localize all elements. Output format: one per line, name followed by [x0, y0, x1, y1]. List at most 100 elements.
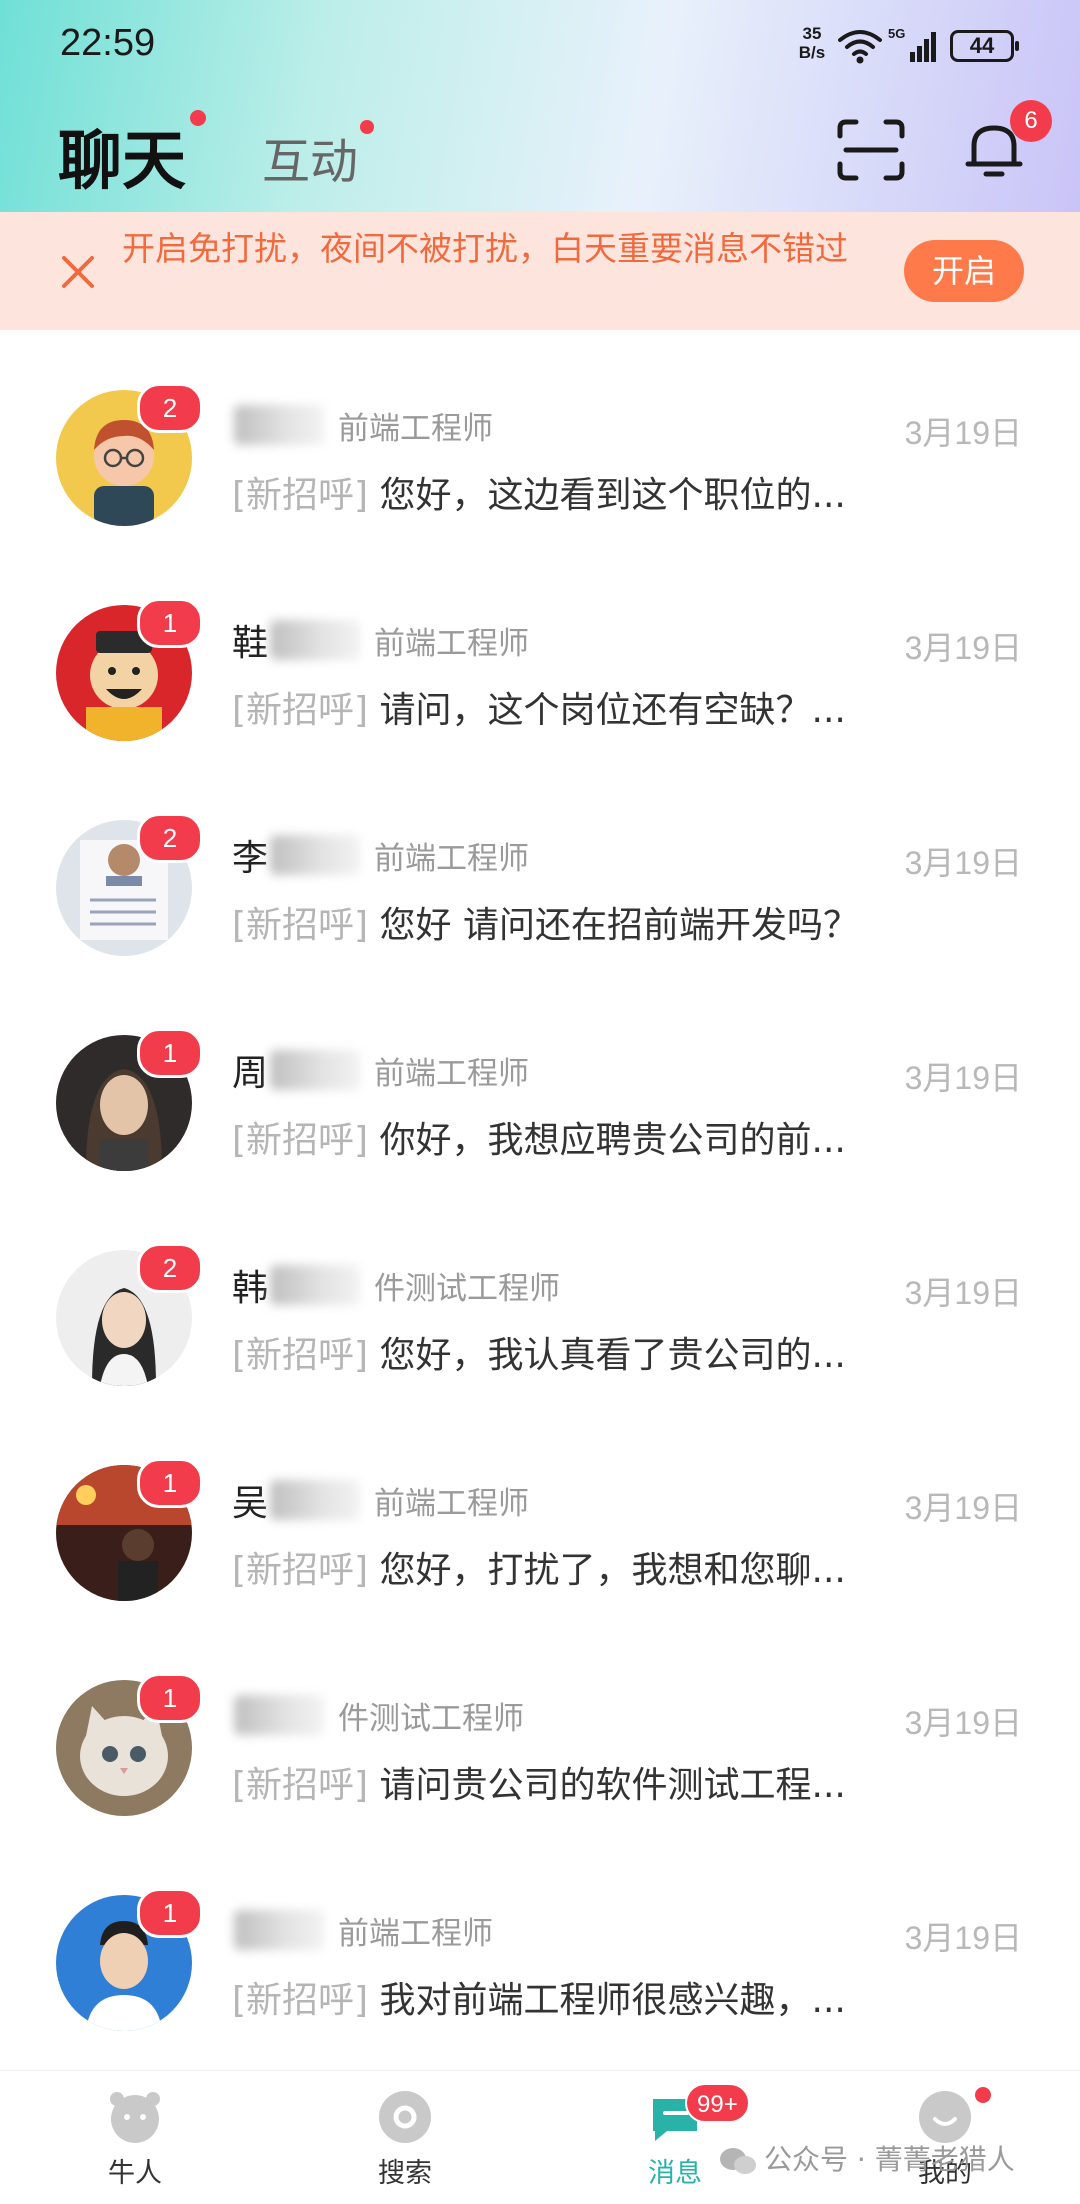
job-position: 前端工程师: [338, 1915, 493, 1952]
unread-badge: 2: [137, 813, 203, 863]
enable-button[interactable]: 开启: [904, 240, 1024, 302]
chat-item[interactable]: 2 李 前端工程师 3月19日 [新招呼] 您好 请问还在招前端开发吗？: [0, 760, 1080, 975]
contact-name: 鞋: [232, 623, 269, 664]
chat-item[interactable]: 1 周 前端工程师 3月19日 [新招呼] 你好，我想应聘贵公司的前...: [0, 975, 1080, 1190]
name-redaction: [270, 1050, 361, 1090]
contact-name: 吴: [232, 1483, 269, 1524]
message-tag: [新招呼]: [232, 905, 369, 946]
job-position: 前端工程师: [374, 1485, 530, 1522]
name-redaction: [270, 620, 361, 660]
message-text: 您好，打扰了，我想和您聊...: [379, 1550, 846, 1591]
message-preview: [新招呼] 您好，我认真看了贵公司的...: [232, 1326, 952, 1378]
do-not-disturb-banner: 开启免打扰，夜间不被打扰，白天重要消息不错过 开启: [0, 212, 1080, 330]
tab-chat-dot: [190, 110, 206, 126]
chat-item[interactable]: 2 韩 件测试工程师 3月19日 [新招呼] 您好，我认真看了贵公司的...: [0, 1190, 1080, 1405]
unread-badge: 1: [137, 1458, 203, 1508]
message-tag: [新招呼]: [232, 1120, 369, 1161]
name-redaction: [234, 1695, 324, 1735]
name-row: 件测试工程师: [232, 1690, 524, 1740]
name-row: 韩 件测试工程师: [232, 1260, 560, 1310]
watermark-text: 公众号 · 菁菁老猎人: [764, 2143, 1015, 2176]
message-preview: [新招呼] 你好，我想应聘贵公司的前...: [232, 1111, 952, 1163]
name-redaction: [234, 1910, 324, 1950]
notification-badge: 6: [1010, 100, 1052, 142]
bottom-nav: 牛人 搜索 消息 99+ 我的: [0, 2070, 1080, 2204]
unread-badge: 1: [137, 1673, 203, 1723]
nav-item-talent[interactable]: 牛人: [45, 2089, 225, 2199]
chat-item[interactable]: 1 鞋 前端工程师 3月19日 [新招呼] 请问，这个岗位还有空缺？...: [0, 545, 1080, 760]
message-tag: [新招呼]: [232, 1335, 369, 1376]
message-tag: [新招呼]: [232, 475, 369, 516]
unread-badge: 2: [137, 383, 203, 433]
message-date: 3月19日: [904, 1705, 1022, 1741]
tab-interact-dot: [360, 120, 374, 134]
message-text: 请问贵公司的软件测试工程...: [379, 1765, 846, 1806]
signal-icon: 5G: [888, 26, 936, 62]
message-text: 请问，这个岗位还有空缺？...: [379, 690, 846, 731]
cow-face-icon: [110, 2092, 160, 2143]
job-position: 件测试工程师: [338, 1700, 524, 1737]
wechat-icon: [720, 2148, 756, 2174]
unread-badge: 1: [137, 598, 203, 648]
search-disc-icon: [379, 2091, 431, 2143]
message-date: 3月19日: [904, 1920, 1022, 1956]
contact-name: 李: [232, 838, 269, 879]
message-text: 您好 请问还在招前端开发吗？: [379, 905, 859, 946]
nav-item-search[interactable]: 搜索: [315, 2089, 495, 2199]
profile-dot: [975, 2087, 991, 2103]
chat-item[interactable]: 1 件测试工程师 3月19日 [新招呼] 请问贵公司的软件测试工程...: [0, 1620, 1080, 1835]
tab-chat[interactable]: 聊天: [58, 110, 186, 202]
job-position: 前端工程师: [338, 410, 493, 447]
name-row: 李 前端工程师: [232, 830, 529, 880]
message-tag: [新招呼]: [232, 1550, 369, 1591]
contact-name: 周: [232, 1053, 269, 1094]
scan-icon[interactable]: [836, 118, 906, 182]
app-screen: 22:59 35 B/s 5G 44 聊天 互动 6 开启免打扰，夜间不被打扰，…: [0, 0, 1080, 2204]
close-icon[interactable]: [58, 252, 98, 292]
network-type-label: 5G: [888, 26, 905, 41]
message-date: 3月19日: [904, 1490, 1022, 1526]
network-speed-unit: B/s: [798, 43, 826, 62]
profile-icon: [919, 2091, 971, 2143]
chat-list: 2 前端工程师 3月19日 [新招呼] 您好，这边看到这个职位的... 1 鞋 …: [0, 330, 1080, 2070]
battery-indicator: 44: [950, 30, 1019, 62]
network-speed-value: 35: [802, 24, 822, 43]
banner-text: 开启免打扰，夜间不被打扰，白天重要消息不错过: [122, 229, 848, 268]
message-tag: [新招呼]: [232, 1765, 369, 1806]
wifi-icon: [838, 30, 882, 64]
name-redaction: [270, 835, 361, 875]
message-preview: [新招呼] 您好，打扰了，我想和您聊...: [232, 1541, 952, 1593]
nav-label-search: 搜索: [378, 2158, 432, 2189]
chat-item[interactable]: 2 前端工程师 3月19日 [新招呼] 您好，这边看到这个职位的...: [0, 330, 1080, 545]
job-position: 前端工程师: [374, 625, 530, 662]
message-tag: [新招呼]: [232, 690, 369, 731]
message-text: 我对前端工程师很感兴趣，...: [379, 1980, 846, 2021]
name-row: 周 前端工程师: [232, 1045, 529, 1095]
message-text: 你好，我想应聘贵公司的前...: [379, 1120, 846, 1161]
name-redaction: [270, 1480, 361, 1520]
tab-interact[interactable]: 互动: [262, 122, 358, 192]
job-position: 件测试工程师: [374, 1270, 561, 1307]
status-bar: 22:59 35 B/s 5G 44: [0, 0, 1080, 90]
message-date: 3月19日: [904, 1060, 1022, 1096]
contact-name: 韩: [232, 1268, 269, 1309]
message-date: 3月19日: [904, 845, 1022, 881]
message-preview: [新招呼] 您好 请问还在招前端开发吗？: [232, 896, 952, 948]
message-preview: [新招呼] 您好，这边看到这个职位的...: [232, 466, 952, 518]
name-row: 前端工程师: [232, 1905, 493, 1955]
nav-label-talent: 牛人: [108, 2158, 162, 2189]
chat-item[interactable]: 1 前端工程师 3月19日 [新招呼] 我对前端工程师很感兴趣，...: [0, 1835, 1080, 2050]
watermark: 公众号 · 菁菁老猎人: [718, 2138, 1015, 2178]
message-preview: [新招呼] 请问贵公司的软件测试工程...: [232, 1756, 952, 1808]
network-speed: 35 B/s: [792, 24, 832, 62]
name-redaction: [234, 405, 324, 445]
name-row: 吴 前端工程师: [232, 1475, 529, 1525]
message-date: 3月19日: [904, 630, 1022, 666]
name-row: 鞋 前端工程师: [232, 615, 529, 665]
chat-item[interactable]: 1 吴 前端工程师 3月19日 [新招呼] 您好，打扰了，我想和您聊...: [0, 1405, 1080, 1620]
unread-badge: 1: [137, 1028, 203, 1078]
unread-badge: 1: [137, 1888, 203, 1938]
name-row: 前端工程师: [232, 400, 493, 450]
message-preview: [新招呼] 我对前端工程师很感兴趣，...: [232, 1971, 952, 2023]
job-position: 前端工程师: [374, 1055, 530, 1092]
